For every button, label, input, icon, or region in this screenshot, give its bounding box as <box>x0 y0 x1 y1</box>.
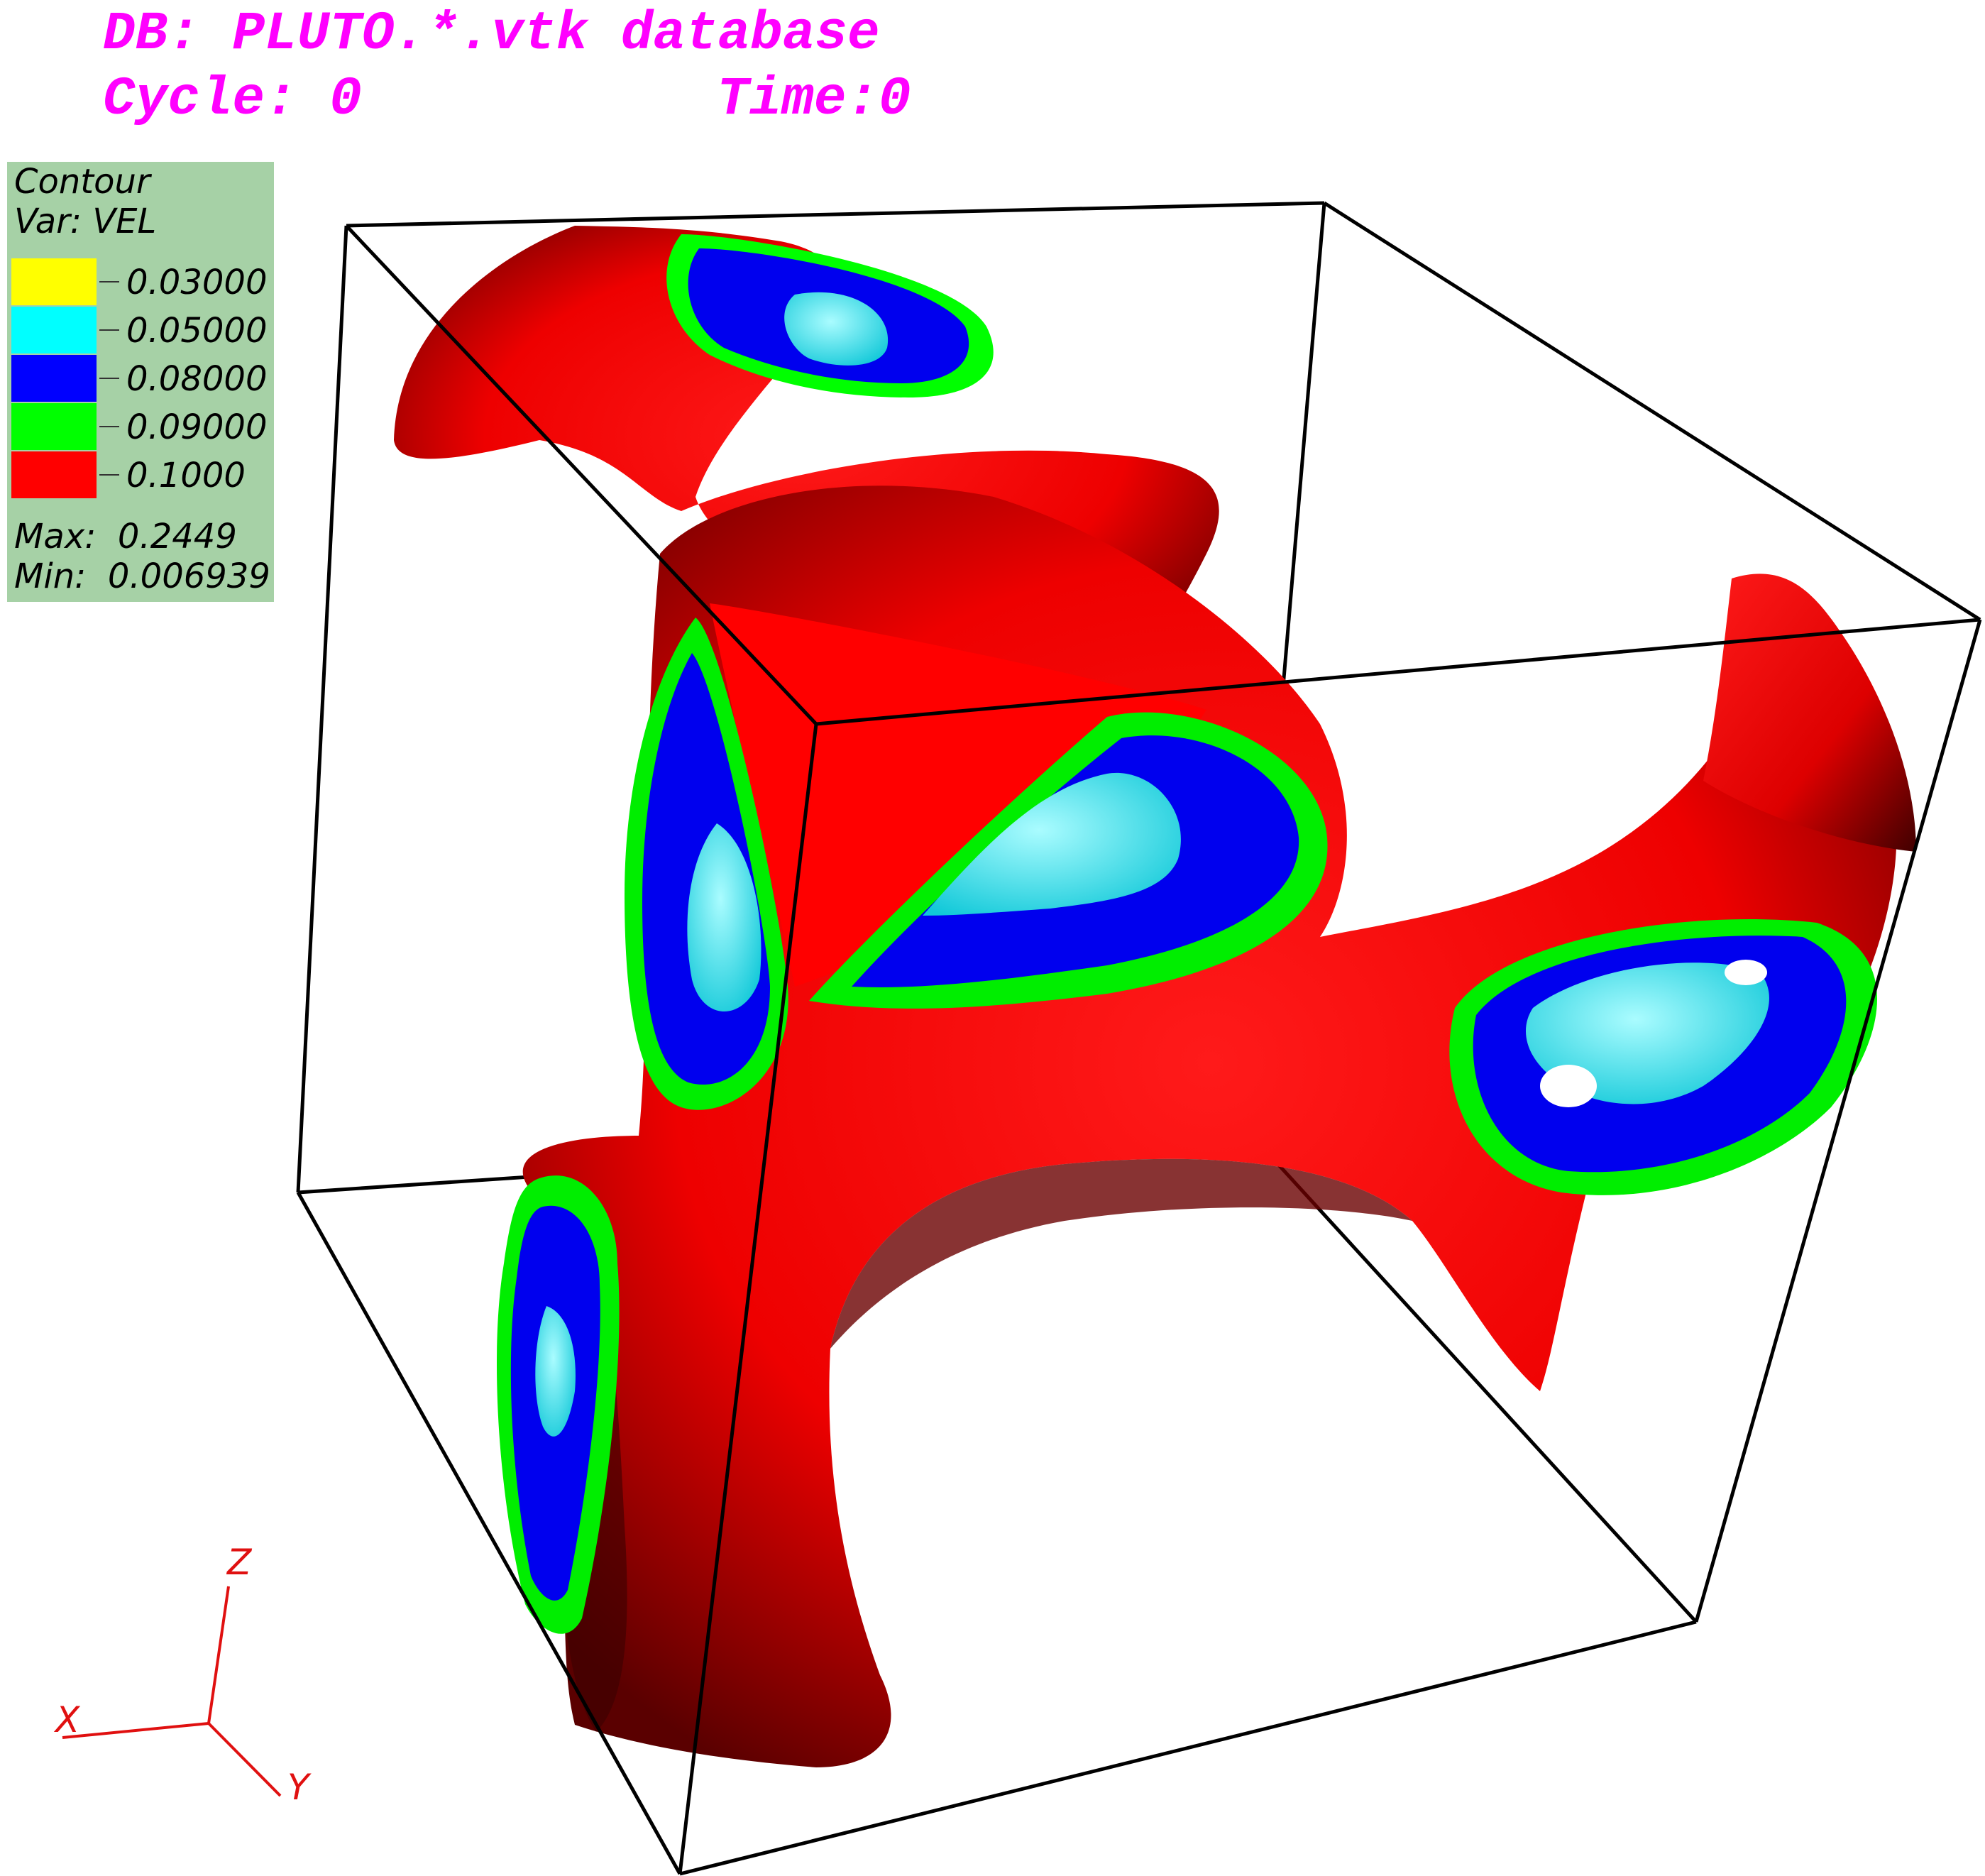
legend-tick <box>99 281 119 283</box>
axis-y-label: Y <box>287 1767 312 1808</box>
legend-tick <box>99 474 119 476</box>
legend-level-value: 0.05000 <box>126 311 268 351</box>
legend-level-value: 0.03000 <box>126 263 268 302</box>
legend-swatch-cyan <box>11 307 97 353</box>
legend-level-value: 0.09000 <box>126 407 268 447</box>
legend-tick <box>99 378 119 379</box>
legend-tick <box>99 426 119 427</box>
axis-triad <box>62 1586 282 1797</box>
legend-min: Min: 0.006939 <box>14 556 270 596</box>
legend-tick <box>99 329 119 331</box>
render-viewport[interactable]: DB: PLUTO.*.vtk database Cycle: 0 Time:0 <box>0 0 1985 1876</box>
database-label: DB: PLUTO.*.vtk database <box>103 4 880 65</box>
time-label: Time:0 <box>717 69 911 130</box>
legend-variable: Var: VEL <box>14 202 157 241</box>
legend-level-value: 0.08000 <box>126 359 268 399</box>
contour-legend: Contour Var: VEL 0.03000 0.05000 0.08000… <box>7 162 274 602</box>
legend-swatch-red <box>11 451 97 498</box>
legend-max: Max: 0.2449 <box>14 517 237 556</box>
contour-surface <box>394 226 1916 1767</box>
legend-title: Contour <box>14 162 150 202</box>
legend-swatch-green <box>11 403 97 450</box>
cycle-label: Cycle: 0 <box>103 69 362 130</box>
legend-level-value: 0.1000 <box>126 456 246 495</box>
legend-swatch-blue <box>11 355 97 402</box>
axis-x-label: X <box>53 1699 81 1740</box>
legend-swatch-yellow <box>11 258 97 305</box>
axis-z-label: Z <box>226 1542 253 1583</box>
